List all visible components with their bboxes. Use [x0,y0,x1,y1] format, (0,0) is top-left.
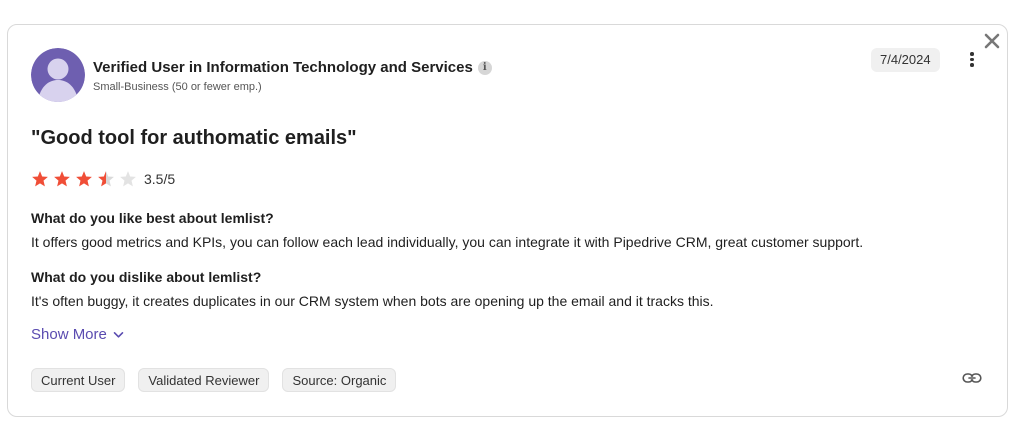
tag-current-user: Current User [31,368,126,392]
review-title: "Good tool for authomatic emails" [31,127,357,149]
question-dislike: What do you dislike about lemlist? [31,269,262,285]
answer-like-best: It offers good metrics and KPIs, you can… [31,234,864,250]
show-more-label: Show More [31,326,107,343]
tag-source-organic: Source: Organic [282,368,397,392]
review-tags: Current User Validated Reviewer Source: … [31,368,409,392]
tag-validated-reviewer: Validated Reviewer [138,368,270,392]
show-more-button[interactable]: Show More [31,326,124,343]
chevron-down-icon [113,331,124,338]
review-date-badge: 7/4/2024 [871,48,940,72]
question-like-best: What do you like best about lemlist? [31,210,274,226]
answer-dislike: It's often buggy, it creates duplicates … [31,293,714,309]
more-vertical-icon[interactable] [965,50,979,70]
star-icon-filled [54,171,70,187]
reviewer-segment: Small-Business (50 or fewer emp.) [93,81,262,93]
star-icon-filled [76,171,92,187]
star-rating: 3.5/5 [31,170,175,188]
star-icon-filled [32,171,48,187]
link-icon[interactable] [962,371,982,385]
star-icon-empty [120,171,136,187]
reviewer-name: Verified User in Information Technology … [93,59,492,76]
review-card-content: Verified User in Information Technology … [7,24,1008,417]
avatar [31,48,85,102]
info-icon[interactable]: i [477,60,492,75]
rating-text: 3.5/5 [144,171,176,187]
star-icon-half [98,171,114,187]
reviewer-name-text: Verified User in Information Technology … [93,59,473,76]
